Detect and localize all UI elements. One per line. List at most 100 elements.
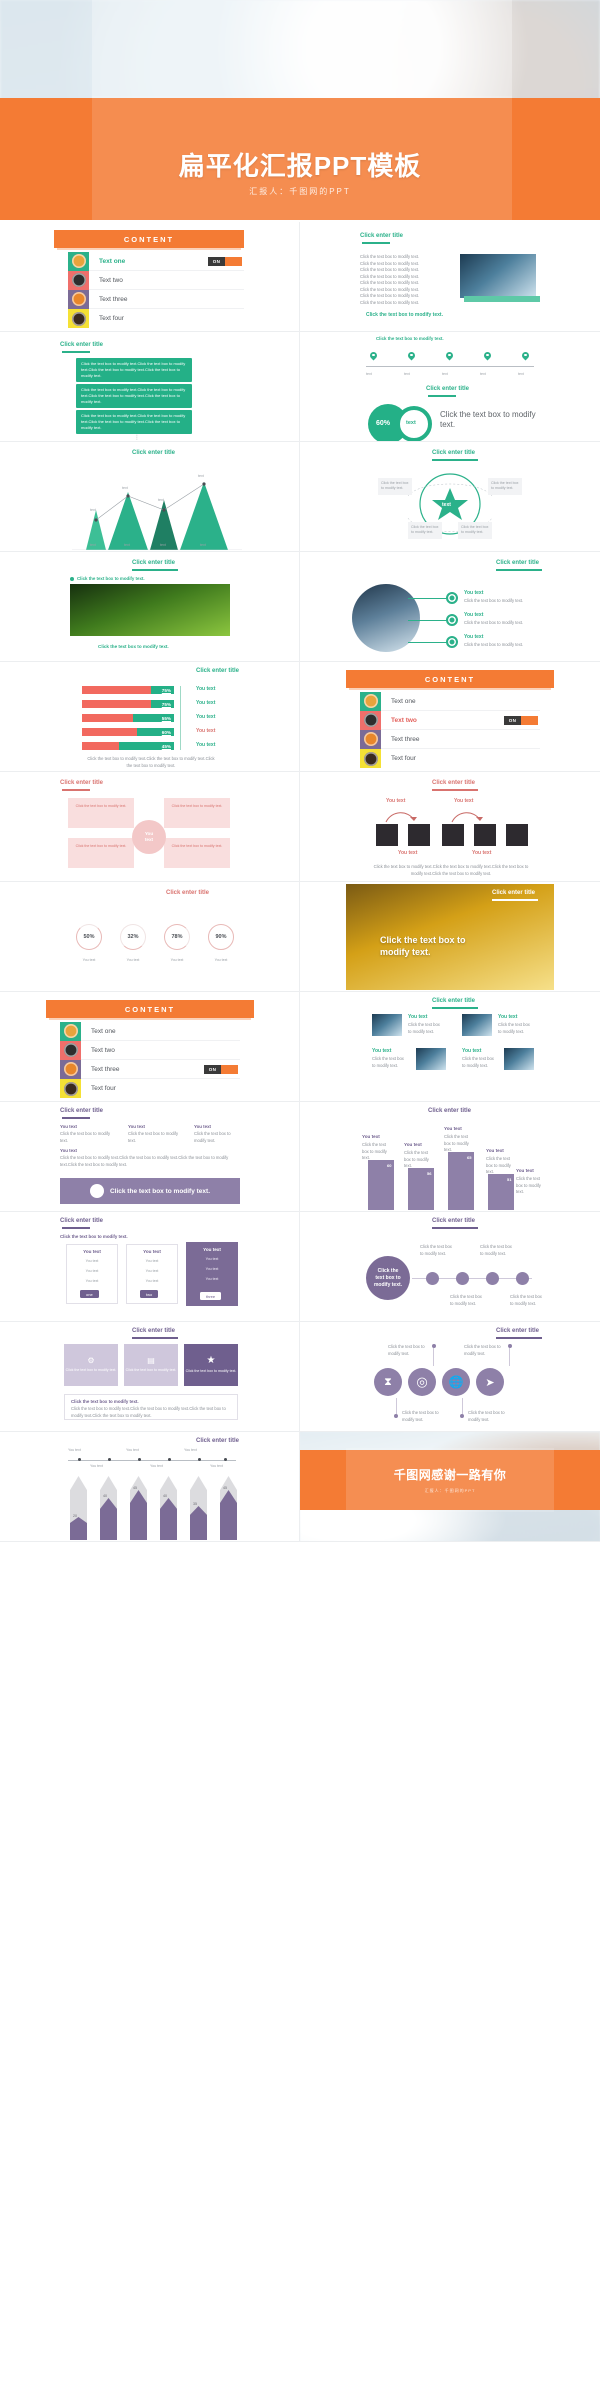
slide-hbar-chart[interactable]: Click enter title 75% 75% 55% 60% 45% Yo… xyxy=(0,662,300,772)
feature-body: Click the text box to modify text. xyxy=(185,1369,237,1374)
slide-row-1: CONTENT Text one ON Text two Text three … xyxy=(0,222,600,332)
slide-pin-timeline[interactable]: Click the text box to modify text. text … xyxy=(300,332,600,442)
star-label: text xyxy=(442,502,451,508)
arrow-bar xyxy=(160,1476,177,1540)
slide-mountain-chart[interactable]: Click enter title text text text text te… xyxy=(0,442,300,552)
slide-content-2[interactable]: CONTENT Text one Text two ON Text three … xyxy=(300,662,600,772)
card-photo xyxy=(416,1048,446,1070)
chart-point-label: text xyxy=(198,474,204,478)
slide-star-diagram[interactable]: Click enter title text Click the text bo… xyxy=(300,442,600,552)
bar-value: 51 xyxy=(504,1176,515,1183)
card-photo xyxy=(462,1014,492,1036)
hourglass-icon[interactable]: ⧗ xyxy=(374,1368,402,1396)
bar-value: 56 xyxy=(424,1170,435,1177)
content-item-list: Text one ON Text two Text three Text fou… xyxy=(68,251,244,328)
slide-dot-flow[interactable]: Click enter title Click the text box to mo… xyxy=(300,1212,600,1322)
slide-photo-quad[interactable]: Click enter title You text Click the tex… xyxy=(300,992,600,1102)
bar: 45% xyxy=(82,742,174,750)
slide-title: Click enter title xyxy=(432,998,478,1010)
pricing-card[interactable]: You text You text You text You text two xyxy=(126,1244,178,1304)
globe-icon[interactable]: 🌐 xyxy=(442,1368,470,1396)
slide-text-image[interactable]: Click enter title Click the text box to … xyxy=(300,222,600,332)
flow-dot[interactable] xyxy=(486,1272,499,1285)
slide-hero-photo[interactable]: Click enter title Click the text box to m… xyxy=(300,882,600,992)
pricing-card[interactable]: You text You text You text You text one xyxy=(66,1244,118,1304)
item-body: Click the text box to modify text. xyxy=(464,598,524,603)
toggle-switch[interactable]: ON xyxy=(204,1065,238,1074)
arrow-value: 45 xyxy=(223,1486,227,1490)
slide-icon-row[interactable]: Click enter title Click the text box to … xyxy=(300,1322,600,1432)
flow-dot[interactable] xyxy=(456,1272,469,1285)
list-item-label: Text one xyxy=(391,697,416,705)
target-icon[interactable]: ◎ xyxy=(408,1368,436,1396)
list-item[interactable]: Text one xyxy=(360,691,540,711)
slide-title: Click enter title xyxy=(432,450,478,462)
slide-bubbles[interactable]: Click enter title Click the text box to … xyxy=(0,332,300,442)
gauge-label: You text xyxy=(126,958,140,962)
toggle-on-label: ON xyxy=(208,257,225,266)
chart-title: Click enter title xyxy=(196,1438,240,1444)
list-item[interactable]: Text one xyxy=(60,1021,240,1041)
list-item[interactable]: Text four xyxy=(60,1079,240,1098)
slide-title: Click enter title xyxy=(60,1218,103,1230)
flow-dot[interactable] xyxy=(426,1272,439,1285)
slide-arrow-chart[interactable]: Click enter title You text You text You … xyxy=(0,1432,300,1542)
slide-closing: 千图网感谢一路有你 汇报人：千图网的PPT xyxy=(300,1432,600,1542)
feature-card[interactable]: ⚙ Click the text box to modify text. xyxy=(64,1344,118,1386)
donut-headline: Click the text box to modify text. xyxy=(440,410,536,430)
bar: 75% xyxy=(82,686,174,694)
toggle-switch[interactable]: ON xyxy=(504,716,538,725)
list-item[interactable]: Text three xyxy=(68,289,244,309)
list-item[interactable]: Text two xyxy=(68,270,244,290)
pricing-card-highlight[interactable]: You text You text You text You text thre… xyxy=(186,1242,238,1306)
feature-card-highlight[interactable]: ★ Click the text box to modify text. xyxy=(184,1344,238,1386)
bar-caption-body: Click the text box to modify text. xyxy=(486,1156,511,1174)
paper-plane-icon[interactable]: ➤ xyxy=(476,1368,504,1396)
toggle-switch[interactable]: ON xyxy=(208,257,242,266)
slide-title: Click enter title xyxy=(426,386,469,398)
cover-highlight-overlay xyxy=(92,0,512,98)
list-item[interactable]: Text one ON xyxy=(68,251,244,271)
slide-pink-quadrants[interactable]: Click enter title Click the text box to … xyxy=(0,772,300,882)
arrow-label: You text xyxy=(184,1448,197,1452)
axis-line xyxy=(68,1460,236,1461)
flow-dot[interactable] xyxy=(516,1272,529,1285)
list-item[interactable]: Text three ON xyxy=(60,1059,240,1079)
list-item[interactable]: Text two xyxy=(60,1040,240,1060)
list-item[interactable]: Text two ON xyxy=(360,710,540,730)
donut-caption: text xyxy=(406,420,416,426)
feature-card[interactable]: ▤ Click the text box to modify text. xyxy=(124,1344,178,1386)
slide-content-1[interactable]: CONTENT Text one ON Text two Text three … xyxy=(0,222,300,332)
card-body: Click the text box to modify text. xyxy=(462,1056,494,1068)
list-item[interactable]: Text four xyxy=(360,749,540,768)
slide-pricing[interactable]: Click enter title Click the text box to … xyxy=(0,1212,300,1322)
slide-content-3[interactable]: CONTENT Text one Text two Text three ON … xyxy=(0,992,300,1102)
money-icon xyxy=(360,710,381,730)
pricing-button[interactable]: two xyxy=(140,1290,159,1298)
quadrant-box: Click the text box to modify text. xyxy=(164,838,230,868)
slide-row-3: Click enter title text text text text te… xyxy=(0,442,600,552)
pricing-button[interactable]: three xyxy=(200,1292,222,1300)
item-title: You text xyxy=(464,634,484,640)
bar-caption-title: You text xyxy=(362,1134,380,1139)
list-item[interactable]: Text three xyxy=(360,729,540,749)
slide-gauge-chart[interactable]: Click enter title 50% 32% 78% 90% You te… xyxy=(0,882,300,992)
slide-circle-photo-list[interactable]: Click enter title You text Click the tex… xyxy=(300,552,600,662)
pricing-title: You text xyxy=(203,1247,221,1252)
pricing-button[interactable]: one xyxy=(80,1290,99,1298)
slide-feature-cards[interactable]: Click enter title ⚙ Click the text box t… xyxy=(0,1322,300,1432)
slide-grass-photo[interactable]: Click enter title Click the text box to … xyxy=(0,552,300,662)
gear-bullet-icon xyxy=(394,1414,398,1418)
grid-cell-body: Click the text box to modify text.Click … xyxy=(60,1155,229,1167)
flow-callout: Click the text box to modify text. xyxy=(510,1294,542,1306)
gauge: 32% xyxy=(120,924,146,950)
node-dot xyxy=(446,614,458,626)
slide-purple-bars[interactable]: Click enter title You text Click the tex… xyxy=(300,1102,600,1212)
bar-caption-title: You text xyxy=(516,1168,534,1173)
list-item[interactable]: Text four xyxy=(68,309,244,328)
email-icon xyxy=(60,1059,81,1079)
grid-cell: You text Click the text box to modify te… xyxy=(194,1124,231,1143)
slide-people-flow[interactable]: Click enter title You text You text You … xyxy=(300,772,600,882)
slide-purple-grid[interactable]: Click enter title You text Click the tex… xyxy=(0,1102,300,1212)
speech-bubble: Click the text box to modify text.Click … xyxy=(76,384,192,408)
